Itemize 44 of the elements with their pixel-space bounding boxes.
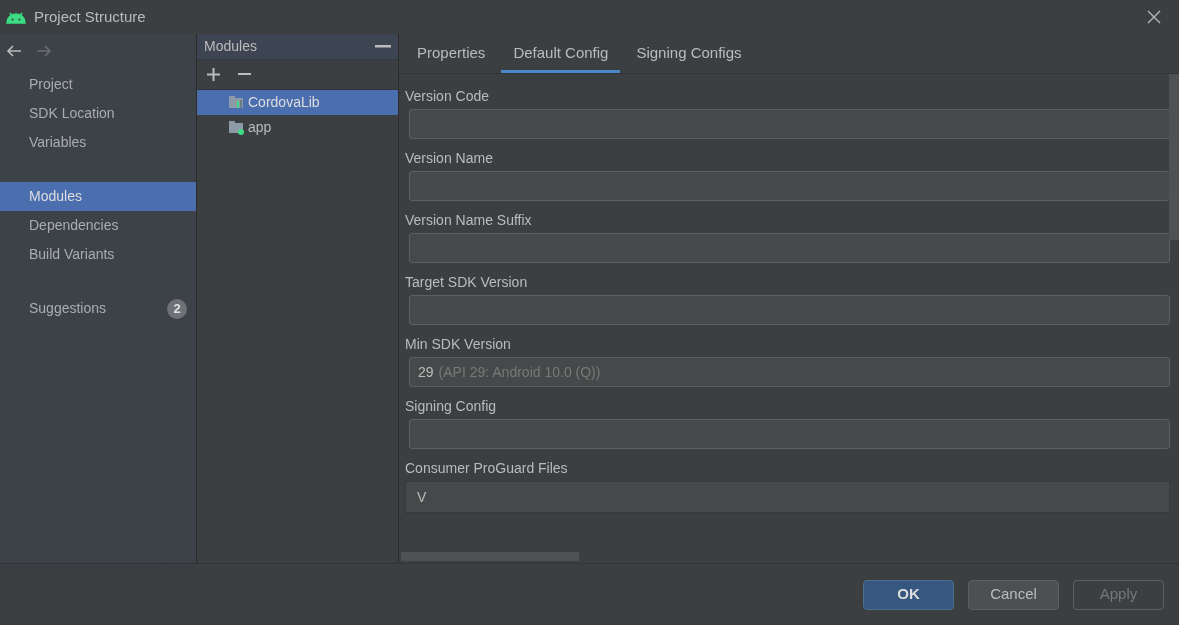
back-arrow-icon[interactable]	[6, 45, 22, 57]
dialog-button[interactable]: Cancel	[968, 579, 1059, 610]
folder-icon	[228, 119, 245, 136]
tab[interactable]: Properties	[405, 37, 498, 73]
input-field[interactable]	[409, 295, 1170, 325]
library-folder-icon	[228, 94, 245, 111]
sidebar-item[interactable]: Dependencies	[0, 211, 196, 240]
field-label: Signing Config	[405, 397, 498, 416]
list-field[interactable]: V	[405, 481, 1170, 513]
window-title: Project Structure	[34, 6, 146, 27]
field-label: Version Code	[405, 87, 491, 106]
remove-icon[interactable]	[238, 73, 251, 76]
panel-title: Modules	[204, 37, 257, 56]
add-icon[interactable]	[207, 68, 220, 81]
input-field[interactable]	[409, 171, 1170, 201]
module-label: app	[248, 118, 272, 137]
module-label: CordovaLib	[248, 93, 320, 112]
vertical-scrollbar[interactable]	[1169, 74, 1179, 240]
field-label: Consumer ProGuard Files	[405, 459, 569, 478]
field-label: Min SDK Version	[405, 335, 512, 354]
tab[interactable]: Signing Configs	[624, 37, 754, 73]
close-icon[interactable]	[1147, 10, 1161, 24]
count-badge: 2	[167, 298, 187, 319]
field-label: Version Name	[405, 149, 494, 168]
minimize-icon[interactable]	[375, 45, 391, 48]
input-field[interactable]	[409, 233, 1170, 263]
sidebar-item[interactable]: Modules	[0, 182, 196, 211]
field-label: Target SDK Version	[405, 273, 529, 292]
field-value: 29	[418, 362, 434, 382]
sidebar-item[interactable]: Project	[0, 70, 196, 99]
android-logo-icon	[5, 10, 27, 24]
sidebar-item[interactable]: Suggestions 2	[0, 294, 196, 323]
tab[interactable]: Default Config	[501, 37, 621, 73]
field-label: Version Name Suffix	[405, 211, 533, 230]
sidebar-item[interactable]: SDK Location	[0, 99, 196, 128]
input-field[interactable]	[409, 109, 1170, 139]
sidebar-item[interactable]: Build Variants	[0, 240, 196, 269]
module-item[interactable]: app	[197, 115, 398, 140]
dialog-button[interactable]: OK	[863, 579, 954, 610]
input-field[interactable]	[409, 419, 1170, 449]
module-item[interactable]: CordovaLib	[197, 90, 398, 115]
sidebar-label: Suggestions	[29, 299, 107, 318]
forward-arrow-icon[interactable]	[36, 45, 52, 57]
sidebar-item[interactable]: Variables	[0, 128, 196, 157]
